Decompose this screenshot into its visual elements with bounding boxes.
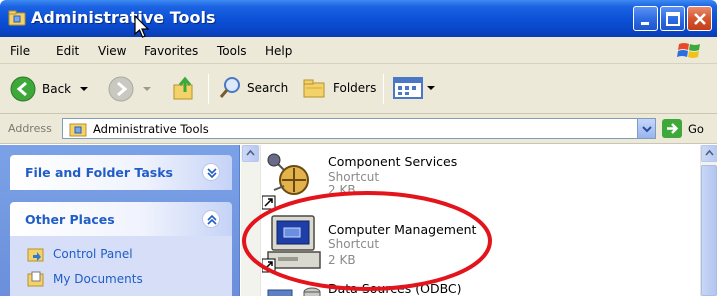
data-sources-shortcut[interactable] <box>266 284 322 296</box>
forward-arrow-icon <box>108 76 134 102</box>
maximize-button[interactable] <box>660 6 685 31</box>
data-sources-label-clip: Data Sources (ODBC) <box>328 284 462 296</box>
title-bar[interactable]: Administrative Tools <box>0 0 717 37</box>
close-icon <box>694 13 706 25</box>
views-icon <box>393 77 423 99</box>
close-button[interactable] <box>687 6 712 31</box>
menu-edit[interactable]: Edit <box>56 44 79 58</box>
minimize-icon <box>641 22 649 25</box>
address-value: Administrative Tools <box>93 122 209 136</box>
back-label: Back <box>42 82 72 96</box>
search-icon <box>219 77 240 98</box>
address-bar: Address Administrative Tools Go <box>0 114 717 144</box>
address-field[interactable]: Administrative Tools <box>62 118 656 139</box>
chevron-up-icon <box>705 149 714 156</box>
search-button[interactable]: Search <box>218 76 288 100</box>
go-label: Go <box>688 121 704 136</box>
chevron-up-icon <box>246 149 255 156</box>
windows-logo-icon <box>677 43 700 58</box>
link-label: My Documents <box>53 272 143 286</box>
link-label: Control Panel <box>53 247 133 261</box>
chevron-down-icon <box>143 87 151 91</box>
item-size: 2 KB <box>328 183 356 193</box>
back-arrow-icon <box>10 76 36 102</box>
item-name: Component Services <box>328 154 458 169</box>
item-name: Computer Management <box>328 222 477 237</box>
up-folder-icon <box>173 76 193 100</box>
right-scrollbar[interactable] <box>700 145 717 296</box>
my-documents-link[interactable]: My Documents <box>27 271 143 287</box>
scroll-up-button[interactable] <box>242 145 259 162</box>
maximize-icon <box>666 12 680 26</box>
other-places-body <box>10 236 232 296</box>
go-arrow-icon <box>662 119 682 138</box>
search-label: Search <box>247 81 289 95</box>
views-button[interactable] <box>393 77 436 99</box>
expand-section-button[interactable] <box>202 163 220 181</box>
toolbar-separator <box>383 74 384 104</box>
back-button[interactable]: Back <box>10 76 89 102</box>
address-label: Address <box>8 122 52 135</box>
other-places-header[interactable]: Other Places <box>10 202 232 237</box>
control-panel-icon <box>27 248 44 262</box>
window-title: Administrative Tools <box>31 8 216 27</box>
minimize-button[interactable] <box>633 6 658 31</box>
menu-view[interactable]: View <box>98 44 126 58</box>
chevron-down-icon <box>80 87 89 91</box>
go-button[interactable]: Go <box>662 119 704 138</box>
scroll-up-button[interactable] <box>701 145 717 162</box>
menu-bar: File Edit View Favorites Tools Help <box>0 37 717 64</box>
menu-file[interactable]: File <box>10 44 30 58</box>
mouse-cursor-icon <box>134 15 150 38</box>
file-folder-tasks-header[interactable]: File and Folder Tasks <box>10 155 232 190</box>
chevron-down-icon <box>642 126 652 133</box>
control-panel-folder-icon <box>8 10 26 26</box>
component-services-shortcut[interactable] <box>261 150 322 210</box>
scroll-thumb[interactable] <box>701 165 717 296</box>
control-panel-link[interactable]: Control Panel <box>27 246 133 262</box>
toolbar: Back Search Folders <box>0 64 717 114</box>
section-title: File and Folder Tasks <box>25 165 173 180</box>
computer-management-icon <box>261 215 321 273</box>
control-panel-folder-icon <box>69 123 87 137</box>
menu-help[interactable]: Help <box>265 44 292 58</box>
chevron-double-up-icon <box>207 214 217 225</box>
address-dropdown-button[interactable] <box>637 119 655 138</box>
folders-button[interactable]: Folders <box>302 76 376 100</box>
section-title: Other Places <box>25 212 115 227</box>
menu-favorites[interactable]: Favorites <box>144 44 198 58</box>
item-name: Data Sources (ODBC) <box>328 284 462 296</box>
collapse-section-button[interactable] <box>202 210 220 228</box>
left-scrollbar[interactable] <box>241 145 261 296</box>
up-folder-button[interactable] <box>172 76 198 102</box>
forward-button[interactable] <box>108 76 152 102</box>
item-size: 2 KB <box>328 253 356 267</box>
folders-label: Folders <box>333 81 377 95</box>
toolbar-separator <box>208 74 209 104</box>
computer-management-shortcut[interactable] <box>261 214 324 274</box>
data-sources-icon <box>267 287 321 296</box>
item-type: Shortcut <box>328 170 380 184</box>
folders-icon <box>303 79 325 98</box>
menu-tools[interactable]: Tools <box>217 44 247 58</box>
chevron-down-icon <box>427 86 435 90</box>
chevron-double-down-icon <box>207 168 217 179</box>
item-type: Shortcut <box>328 237 380 251</box>
component-services-icon <box>261 153 309 210</box>
my-documents-icon <box>27 271 44 287</box>
